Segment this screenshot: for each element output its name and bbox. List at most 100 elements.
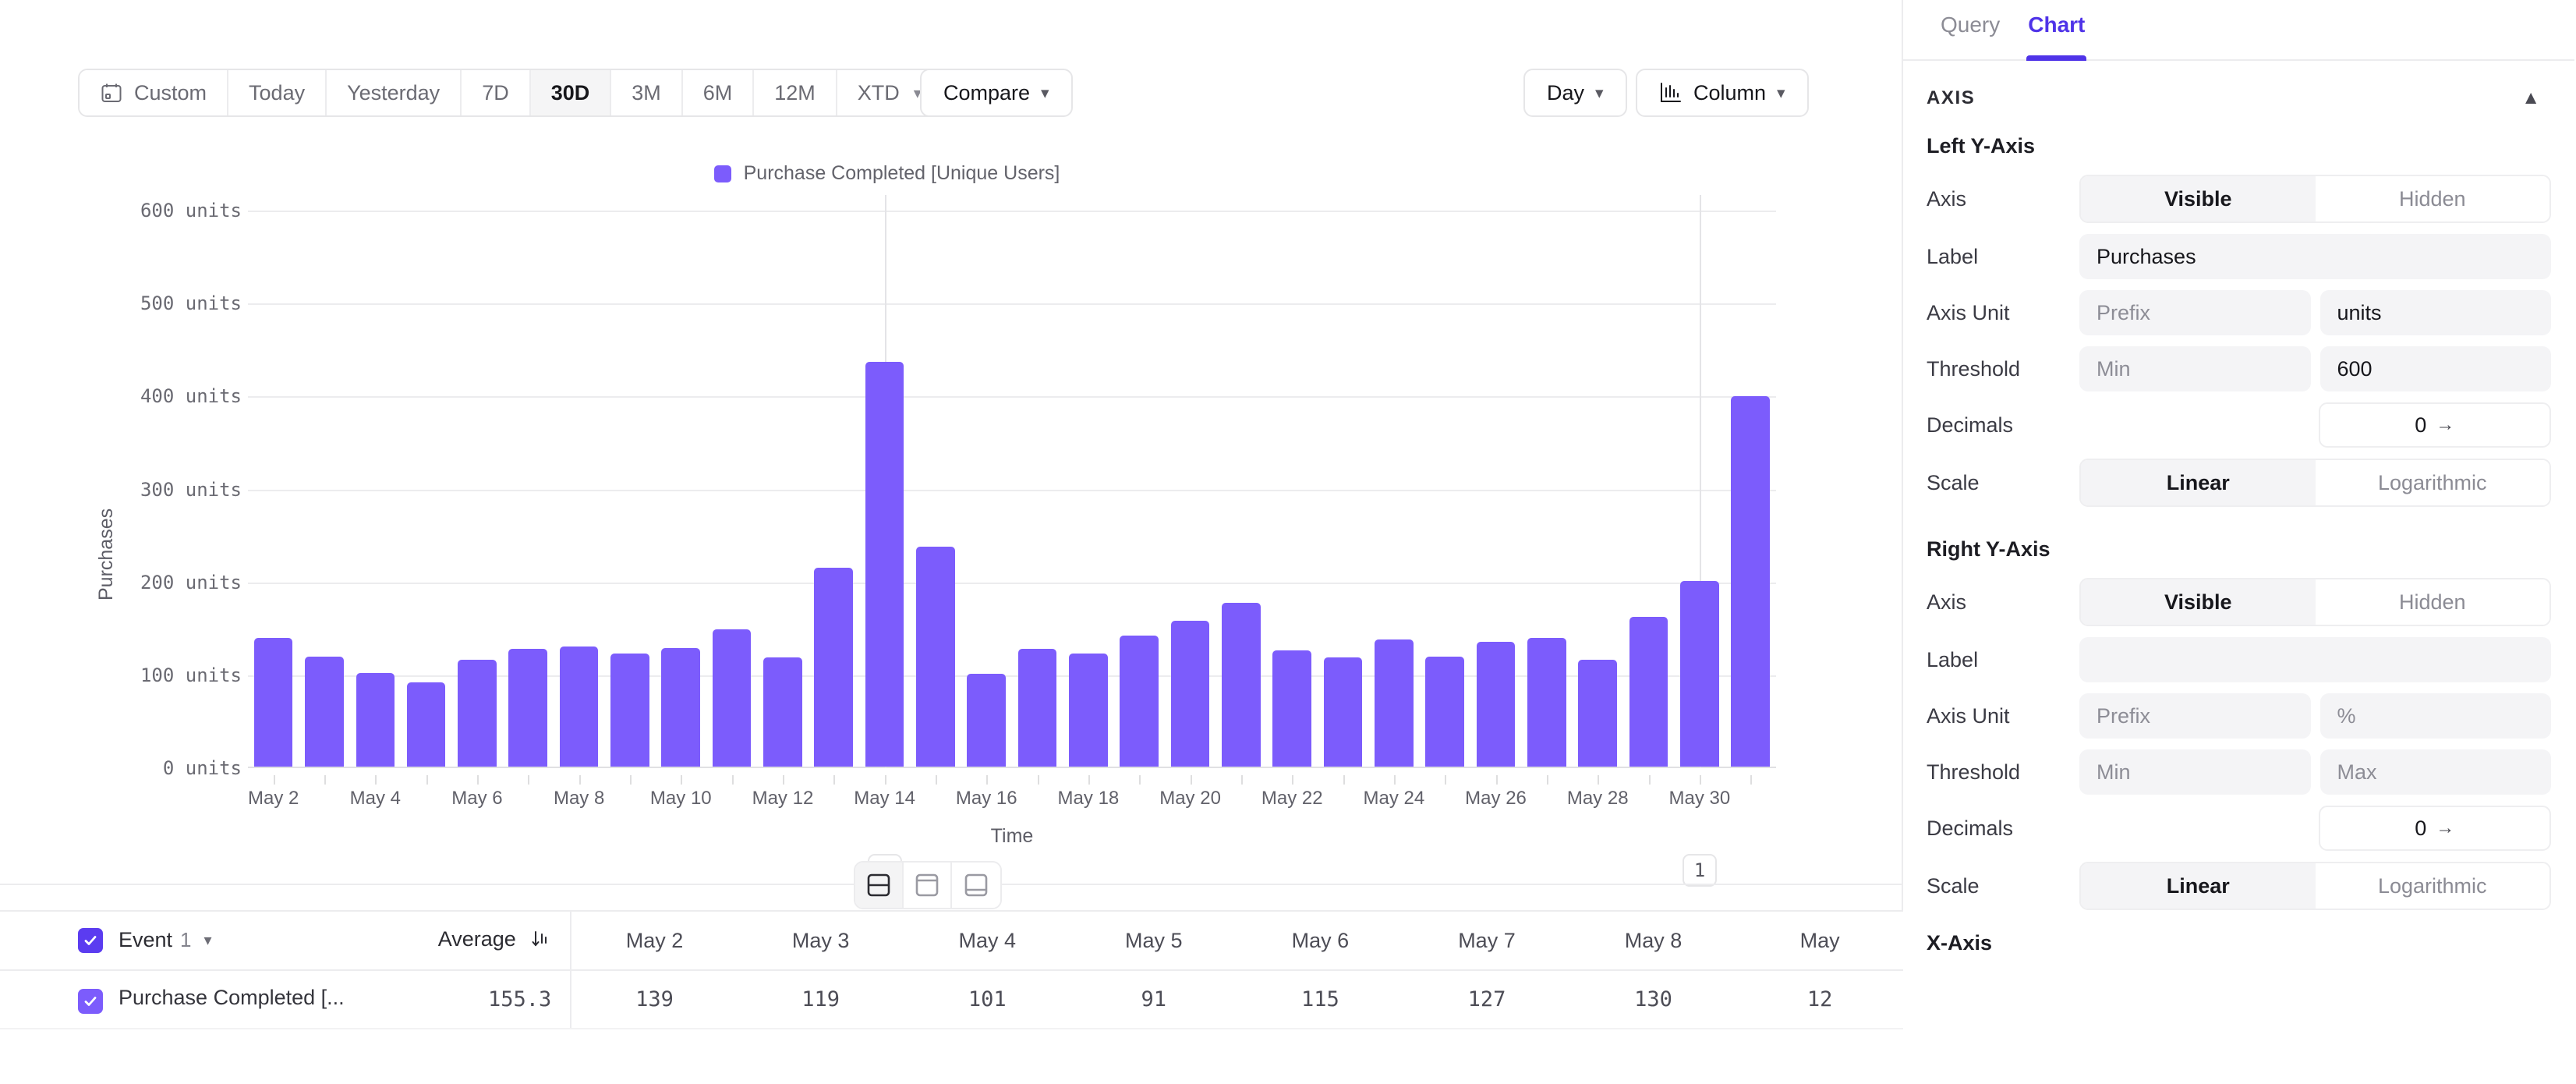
- setting-label: Label: [1927, 245, 2079, 269]
- bar[interactable]: [763, 657, 802, 767]
- bar[interactable]: [1375, 639, 1414, 767]
- text-input-left[interactable]: Min: [2079, 749, 2311, 795]
- x-axis-tick: May 12: [757, 788, 808, 819]
- bar[interactable]: [305, 657, 344, 767]
- toggle-option-linear[interactable]: Linear: [2081, 460, 2316, 505]
- date-preset-6m[interactable]: 6M: [683, 70, 755, 115]
- bar[interactable]: [1272, 650, 1311, 767]
- tick-mark: [1598, 775, 1599, 785]
- text-input-left[interactable]: Min: [2079, 346, 2311, 391]
- bar[interactable]: [1018, 649, 1057, 767]
- tab-query[interactable]: Query: [1927, 0, 2014, 61]
- tick-mark: [1649, 775, 1651, 785]
- date-preset-12m[interactable]: 12M: [754, 70, 837, 115]
- date-preset-7d[interactable]: 7D: [462, 70, 531, 115]
- bar[interactable]: [560, 647, 599, 767]
- toggle-option-linear[interactable]: Linear: [2081, 863, 2316, 909]
- table-header-event-label: Event: [119, 928, 172, 952]
- date-preset-custom[interactable]: Custom: [80, 70, 228, 115]
- text-input-right[interactable]: %: [2320, 693, 2552, 739]
- series-name: Purchase Completed [...: [119, 986, 345, 1009]
- compare-button[interactable]: Compare ▾: [920, 69, 1073, 117]
- bar[interactable]: [661, 648, 700, 767]
- chart-large-layout-button[interactable]: [904, 863, 952, 908]
- text-input[interactable]: [2079, 637, 2551, 682]
- bar[interactable]: [1629, 617, 1668, 767]
- toggle-option-visible[interactable]: Visible: [2081, 176, 2316, 221]
- decimals-stepper[interactable]: 0→: [2319, 402, 2552, 448]
- bar[interactable]: [1477, 642, 1516, 767]
- bar[interactable]: [865, 362, 904, 767]
- table-header-average[interactable]: Average: [365, 912, 571, 970]
- toggle-option-logarithmic[interactable]: Logarithmic: [2316, 460, 2550, 505]
- toggle-option-visible[interactable]: Visible: [2081, 579, 2316, 625]
- table-header-event[interactable]: Event 1 ▾: [0, 912, 365, 970]
- setting-label: Decimals: [1927, 413, 2079, 437]
- chart-pane: CustomTodayYesterday7D30D3M6M12MXTD▾ Com…: [0, 0, 1903, 1084]
- bar[interactable]: [508, 649, 547, 767]
- setting-label: Scale: [1927, 471, 2079, 495]
- date-preset-today[interactable]: Today: [228, 70, 327, 115]
- bar[interactable]: [967, 674, 1006, 767]
- y-axis-ticks: 0 units100 units200 units300 units400 un…: [109, 195, 242, 819]
- bar[interactable]: [1578, 660, 1617, 767]
- text-input-left[interactable]: Prefix: [2079, 290, 2311, 335]
- toggle-group[interactable]: LinearLogarithmic: [2079, 862, 2551, 910]
- bar[interactable]: [1680, 581, 1719, 767]
- tab-chart[interactable]: Chart: [2014, 0, 2099, 61]
- bar[interactable]: [1324, 657, 1363, 767]
- row-checkbox[interactable]: [78, 989, 103, 1014]
- bar[interactable]: [254, 638, 293, 767]
- bar[interactable]: [713, 629, 752, 767]
- text-input-left[interactable]: Prefix: [2079, 693, 2311, 739]
- date-range-preset-group[interactable]: CustomTodayYesterday7D30D3M6M12MXTD▾: [78, 69, 943, 117]
- chevron-down-icon[interactable]: ▾: [204, 930, 212, 950]
- date-preset-3m[interactable]: 3M: [611, 70, 683, 115]
- pane-layout-toggle-group[interactable]: [854, 861, 1002, 909]
- bar[interactable]: [814, 568, 853, 767]
- axis-section-header[interactable]: AXIS ▲: [1903, 61, 2574, 129]
- bar[interactable]: [1731, 396, 1770, 767]
- toggle-option-logarithmic[interactable]: Logarithmic: [2316, 863, 2550, 909]
- table-row[interactable]: Purchase Completed [...155.3139119101911…: [0, 970, 1903, 1029]
- toggle-option-hidden[interactable]: Hidden: [2316, 579, 2550, 625]
- chart-type-button[interactable]: Column ▾: [1636, 69, 1809, 117]
- text-input-right[interactable]: Max: [2320, 749, 2552, 795]
- date-preset-label: Today: [249, 81, 305, 105]
- bar[interactable]: [458, 660, 497, 767]
- text-input-right[interactable]: units: [2320, 290, 2552, 335]
- bar[interactable]: [1527, 638, 1566, 767]
- table-cell-value: 12: [1736, 970, 1903, 1029]
- bar[interactable]: [1120, 636, 1159, 767]
- toggle-group[interactable]: VisibleHidden: [2079, 175, 2551, 223]
- bar[interactable]: [1425, 657, 1464, 767]
- decimals-stepper[interactable]: 0→: [2319, 806, 2552, 851]
- bar[interactable]: [1171, 621, 1210, 767]
- bar[interactable]: [916, 547, 955, 767]
- toggle-group[interactable]: VisibleHidden: [2079, 578, 2551, 626]
- bar-slot: [1725, 211, 1776, 767]
- bar[interactable]: [1222, 603, 1261, 767]
- bar[interactable]: [407, 682, 446, 767]
- legend-label[interactable]: Purchase Completed [Unique Users]: [744, 162, 1060, 185]
- tick-mark: [885, 775, 886, 785]
- text-input[interactable]: Purchases: [2079, 234, 2551, 279]
- toggle-group[interactable]: LinearLogarithmic: [2079, 459, 2551, 507]
- split-even-layout-button[interactable]: [855, 863, 904, 908]
- setting-control: Min600: [2079, 346, 2551, 391]
- table-large-layout-button[interactable]: [952, 863, 1000, 908]
- granularity-button[interactable]: Day ▾: [1523, 69, 1627, 117]
- sort-descending-icon[interactable]: [531, 929, 551, 955]
- bar-slot: [1521, 211, 1572, 767]
- chevron-up-icon[interactable]: ▲: [2521, 87, 2540, 109]
- granularity-label: Day: [1547, 81, 1584, 105]
- annotation-badge[interactable]: 1: [1683, 854, 1717, 887]
- date-preset-30d[interactable]: 30D: [531, 70, 612, 115]
- text-input-right[interactable]: 600: [2320, 346, 2552, 391]
- select-all-checkbox[interactable]: [78, 928, 103, 953]
- bar[interactable]: [1069, 654, 1108, 767]
- date-preset-yesterday[interactable]: Yesterday: [327, 70, 462, 115]
- bar[interactable]: [610, 654, 649, 767]
- bar[interactable]: [356, 673, 395, 767]
- toggle-option-hidden[interactable]: Hidden: [2316, 176, 2550, 221]
